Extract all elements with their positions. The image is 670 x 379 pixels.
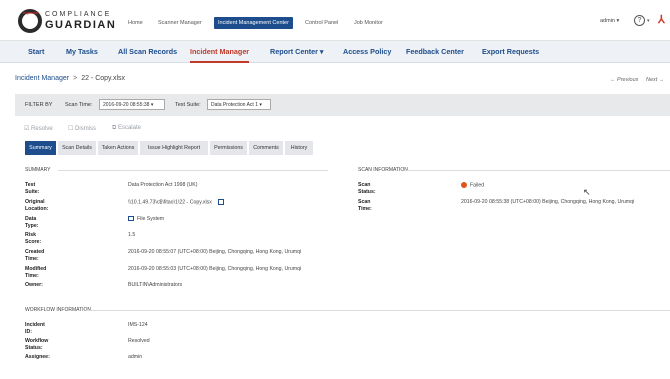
tab-scan-details[interactable]: Scan Details bbox=[58, 141, 96, 155]
test-suite-label: Test Suite: bbox=[175, 102, 201, 108]
topnav-incident-management-center[interactable]: Incident Management Center bbox=[214, 17, 293, 29]
filter-bar: FILTER BY Scan Time: 2016-09-20 08:55:38… bbox=[15, 94, 670, 116]
topnav-job-monitor[interactable]: Job Monitor bbox=[354, 17, 383, 29]
next-link[interactable]: Next → bbox=[646, 77, 664, 83]
logo-brand-small: Imperial bbox=[23, 10, 39, 15]
nav-start[interactable]: Start bbox=[28, 41, 44, 63]
copy-path-icon[interactable] bbox=[217, 199, 224, 205]
breadcrumb-current: 22 - Copy.xlsx bbox=[81, 75, 126, 82]
previous-link[interactable]: ← Previous bbox=[610, 77, 638, 83]
account-icon[interactable]: ⅄ bbox=[658, 13, 665, 26]
dismiss-button[interactable]: ☐ Dismiss bbox=[68, 125, 96, 132]
folder-icon bbox=[128, 216, 134, 222]
nav-feedback-center[interactable]: Feedback Center bbox=[406, 41, 464, 63]
main-nav: Start My Tasks All Scan Records Incident… bbox=[0, 41, 670, 63]
topnav-control-panel[interactable]: Control Panel bbox=[305, 17, 338, 29]
scan-time-label: Scan Time: bbox=[65, 102, 93, 108]
topnav-home[interactable]: Home bbox=[128, 17, 143, 29]
nav-report-center[interactable]: Report Center ▾ bbox=[270, 41, 324, 63]
escalate-button[interactable]: ⧉ Escalate bbox=[112, 125, 141, 132]
help-caret-icon[interactable]: ▾ bbox=[647, 18, 650, 24]
test-suite-select[interactable]: Data Protection Act 1 ▾ bbox=[207, 99, 271, 110]
tab-permissions[interactable]: Permissions bbox=[210, 141, 247, 155]
scan-information-title: SCAN INFORMATION bbox=[358, 167, 408, 173]
nav-incident-manager[interactable]: Incident Manager bbox=[190, 41, 250, 63]
logo-guardian-text: GUARDIAN bbox=[45, 19, 117, 31]
dismiss-icon: ☐ bbox=[68, 126, 76, 132]
tab-history[interactable]: History bbox=[285, 141, 313, 155]
help-icon[interactable]: ? bbox=[634, 15, 645, 26]
resolve-icon: ☑ bbox=[24, 126, 32, 132]
filter-by-label: FILTER BY bbox=[25, 102, 53, 108]
user-menu[interactable]: admin ▾ bbox=[600, 18, 619, 24]
topnav-scanner-manager[interactable]: Scanner Manager bbox=[158, 17, 202, 29]
breadcrumb-separator: > bbox=[73, 75, 78, 82]
nav-access-policy[interactable]: Access Policy bbox=[343, 41, 391, 63]
tab-taken-actions[interactable]: Taken Actions bbox=[98, 141, 138, 155]
scan-information-divider bbox=[407, 170, 670, 171]
breadcrumb-incident-manager[interactable]: Incident Manager bbox=[15, 75, 69, 82]
mouse-pointer-icon: ↖ bbox=[583, 187, 591, 197]
resolve-button[interactable]: ☑ Resolve bbox=[24, 125, 53, 132]
logo-compliance-text: COMPLIANCE bbox=[45, 11, 112, 18]
nav-all-scan-records[interactable]: All Scan Records bbox=[118, 41, 177, 63]
workflow-information-title: WORKFLOW INFORMATION bbox=[25, 307, 92, 313]
tab-issue-highlight-report[interactable]: Issue Highlight Report bbox=[140, 141, 208, 155]
scan-time-select[interactable]: 2016-09-20 08:55:38 ▾ bbox=[99, 99, 165, 110]
breadcrumb: Incident Manager >22 - Copy.xlsx bbox=[15, 75, 125, 82]
summary-divider bbox=[58, 170, 328, 171]
summary-title: SUMMARY bbox=[25, 167, 51, 173]
nav-my-tasks[interactable]: My Tasks bbox=[66, 41, 98, 63]
top-bar: Imperial COMPLIANCE GUARDIAN Home Scanne… bbox=[0, 0, 670, 41]
failed-status-icon bbox=[461, 182, 467, 188]
workflow-divider bbox=[86, 310, 670, 311]
compliance-guardian-logo[interactable]: Imperial COMPLIANCE GUARDIAN bbox=[18, 9, 117, 33]
nav-export-requests[interactable]: Export Requests bbox=[482, 41, 539, 63]
tab-comments[interactable]: Comments bbox=[249, 141, 283, 155]
tab-summary[interactable]: Summary bbox=[25, 141, 56, 155]
